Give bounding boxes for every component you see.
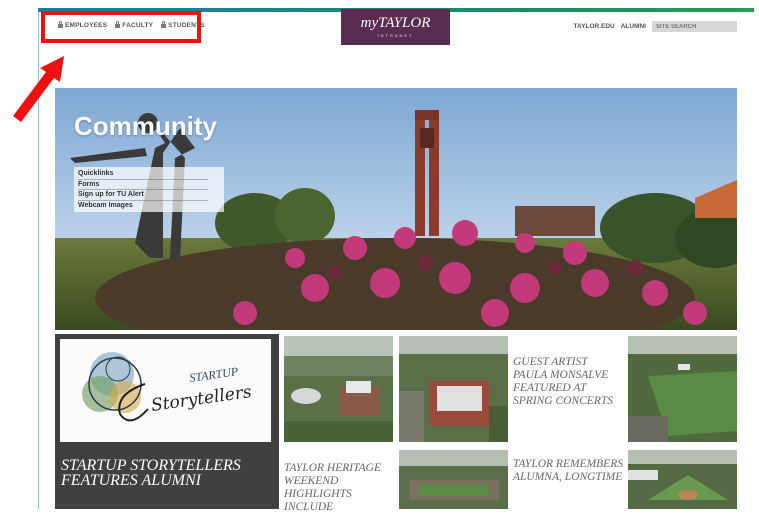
- aerial-photo-2: [399, 336, 508, 442]
- news-photo-campus-building[interactable]: [399, 336, 508, 442]
- utility-nav: TAYLOR.EDU ALUMNI: [574, 21, 737, 32]
- news-grid: STARTUP Storytellers STARTUP STORYTELLER…: [55, 334, 737, 513]
- feature-story[interactable]: STARTUP Storytellers STARTUP STORYTELLER…: [55, 334, 279, 509]
- logo-subtitle: INTRANET: [377, 33, 414, 38]
- link-taylor-edu[interactable]: TAYLOR.EDU: [574, 23, 615, 30]
- aerial-photo-4: [399, 450, 508, 509]
- logo-brand: myTAYLOR: [360, 15, 431, 31]
- feature-caption: STARTUP STORYTELLERS FEATURES ALUMNI: [61, 457, 241, 489]
- startup-storytellers-logo: STARTUP Storytellers: [60, 339, 271, 442]
- news-headline-guest-artist[interactable]: GUEST ARTIST PAULA MONSALVE FEATURED AT …: [513, 356, 623, 408]
- link-alumni[interactable]: ALUMNI: [621, 23, 646, 30]
- mytaylor-logo[interactable]: myTAYLOR INTRANET: [341, 9, 450, 45]
- aerial-photo-3: [628, 336, 737, 442]
- news-photo-stadium[interactable]: [399, 450, 508, 509]
- news-photo-campus-aerial[interactable]: [284, 336, 393, 442]
- webcam-images-link[interactable]: Webcam Images: [78, 201, 208, 211]
- tu-alert-link[interactable]: Sign up for TU Alert: [78, 190, 208, 201]
- news-headline-taylor-remembers[interactable]: TAYLOR REMEMBERS ALUMNA, LONGTIME: [513, 458, 623, 484]
- logo-text-storytellers: Storytellers: [150, 382, 253, 416]
- hero-title: Community: [74, 111, 217, 141]
- news-headline-heritage-weekend[interactable]: TAYLOR HERITAGE WEEKEND HIGHLIGHTS INCLU…: [284, 462, 396, 514]
- forms-link[interactable]: Forms: [78, 180, 208, 190]
- aerial-photo-5: [628, 450, 737, 509]
- news-photo-athletic-field[interactable]: [628, 336, 737, 442]
- annotation-highlight-box: [41, 11, 201, 43]
- storytellers-logo-art: STARTUP Storytellers: [82, 352, 253, 422]
- logo-text-startup: STARTUP: [188, 364, 239, 385]
- quicklinks-panel: Quicklinks Forms Sign up for TU Alert We…: [74, 167, 224, 212]
- aerial-photo-1: [284, 336, 393, 442]
- news-photo-baseball-field[interactable]: [628, 450, 737, 509]
- site-search-input[interactable]: [652, 21, 737, 32]
- quicklinks-link[interactable]: Quicklinks: [78, 169, 208, 180]
